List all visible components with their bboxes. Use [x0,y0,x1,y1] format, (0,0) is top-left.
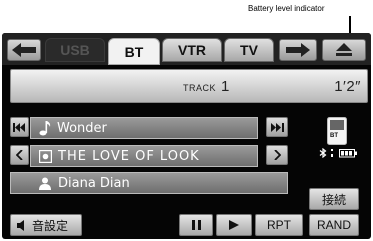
artist-icon [39,177,51,190]
speaker-icon [17,219,24,231]
random-button[interactable]: RAND [309,214,359,236]
artist-name: Diana Dian [58,175,130,191]
next-track-icon [270,122,284,132]
chevron-right-icon [273,150,281,160]
play-icon [229,220,239,230]
source-tab-bar: USB BT VTR TV [2,33,371,65]
tab-vtr[interactable]: VTR [162,38,222,62]
album-row: THE LOVE OF LOOK [30,145,258,167]
forward-arrow-icon [286,43,310,57]
music-note-icon [39,120,51,135]
bt-status-label: BT [330,133,338,139]
connect-button[interactable]: 接続 [309,188,359,210]
back-button[interactable] [7,39,41,61]
previous-track-icon [13,122,25,132]
pause-icon [191,220,201,230]
artist-row: Diana Dian [10,172,288,194]
track-label: TRACK [183,83,217,93]
album-name: THE LOVE OF LOOK [58,148,200,164]
song-title-row: Wonder [30,117,258,139]
next-track-button[interactable] [266,117,288,137]
track-number: 1 [221,78,230,95]
signal-dots-icon [331,149,333,157]
forward-button[interactable] [279,39,317,61]
sound-settings-label: 音設定 [32,218,69,233]
battery-icon [339,149,357,158]
chevron-left-icon [16,150,23,160]
phone-icon [327,117,347,145]
tab-usb[interactable]: USB [45,38,105,62]
repeat-button[interactable]: RPT [255,214,303,236]
album-next-button[interactable] [266,145,288,165]
track-bar: TRACK 1 1′2″ [10,69,368,103]
sound-settings-button[interactable]: 音設定 [10,214,82,236]
audio-screen: USB BT VTR TV TRACK 1 1′2″ Wonder THE LO… [2,33,371,239]
callout-label: Battery level indicator [248,4,325,13]
track-time: 1′2″ [334,78,361,95]
tab-bt[interactable]: BT [108,38,160,65]
back-arrow-icon [12,43,36,57]
previous-track-button[interactable] [10,117,29,137]
pause-button[interactable] [179,214,213,236]
bluetooth-icon [319,148,327,158]
song-title: Wonder [57,120,107,136]
eject-button[interactable] [322,39,366,61]
eject-icon [336,43,352,56]
album-icon [39,149,52,163]
album-prev-button[interactable] [10,145,29,165]
play-button[interactable] [216,214,252,236]
device-status: BT [319,117,357,159]
tab-tv[interactable]: TV [224,38,274,62]
